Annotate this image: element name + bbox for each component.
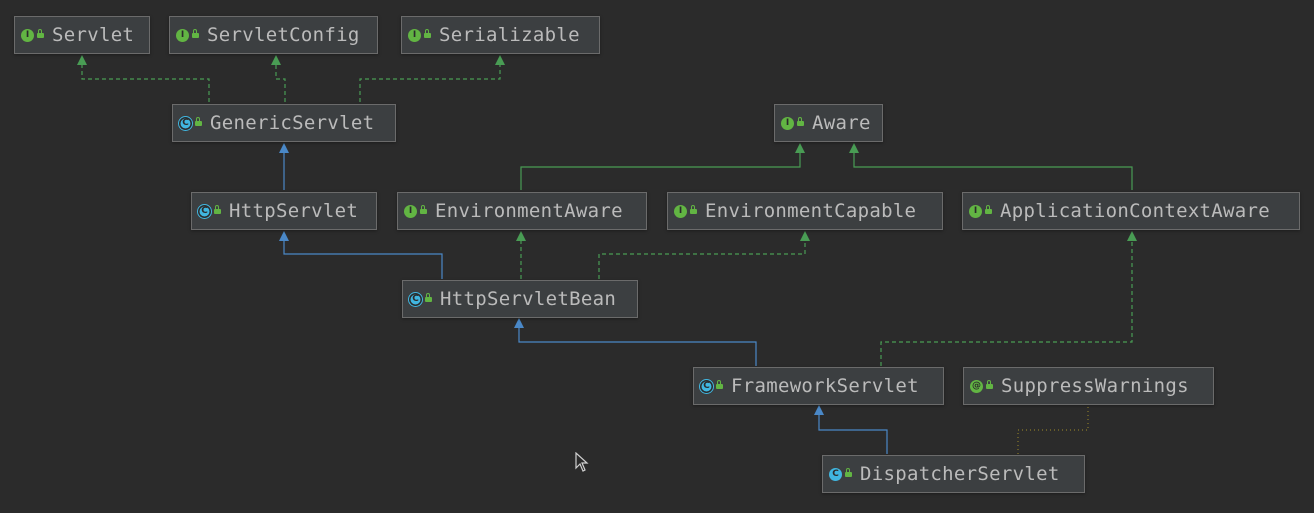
- node-applicationcontextaware[interactable]: I ApplicationContextAware: [962, 192, 1300, 230]
- node-label: ServletConfig: [207, 24, 360, 46]
- node-label: GenericServlet: [210, 112, 375, 134]
- edge-httpservletbean-httpservlet: [279, 231, 443, 279]
- abstract-class-icon: C: [198, 204, 211, 218]
- node-label: Serializable: [439, 24, 580, 46]
- node-label: Servlet: [52, 24, 135, 46]
- interface-icon: I: [176, 28, 189, 42]
- edge-genericservlet-servlet: [77, 55, 210, 102]
- relationship-edges: [77, 55, 1137, 454]
- node-label: SuppressWarnings: [1001, 375, 1189, 397]
- public-lock-icon: [195, 117, 202, 126]
- abstract-class-icon: C: [409, 292, 422, 306]
- node-suppresswarnings[interactable]: @ SuppressWarnings: [963, 367, 1214, 405]
- interface-icon: I: [674, 204, 687, 218]
- edge-applicationcontextaware-aware: [849, 143, 1133, 190]
- node-frameworkservlet[interactable]: C FrameworkServlet: [693, 367, 944, 405]
- interface-icon: I: [781, 116, 794, 130]
- edge-environmentaware-aware: [520, 143, 805, 190]
- edge-httpservletbean-environmentcapable: [598, 231, 810, 279]
- abstract-class-icon: C: [179, 116, 192, 130]
- public-lock-icon: [424, 29, 431, 38]
- node-label: EnvironmentAware: [435, 200, 623, 222]
- node-servlet[interactable]: I Servlet: [14, 16, 150, 54]
- public-lock-icon: [192, 29, 199, 38]
- node-label: DispatcherServlet: [860, 463, 1060, 485]
- public-lock-icon: [690, 205, 697, 214]
- node-environmentcapable[interactable]: I EnvironmentCapable: [667, 192, 943, 230]
- edge-frameworkservlet-applicationcontextaware: [880, 231, 1137, 366]
- node-dispatcherservlet[interactable]: C DispatcherServlet: [822, 455, 1085, 493]
- abstract-class-icon: C: [700, 379, 713, 393]
- node-environmentaware[interactable]: I EnvironmentAware: [397, 192, 647, 230]
- interface-icon: I: [408, 28, 421, 42]
- public-lock-icon: [425, 293, 432, 302]
- public-lock-icon: [420, 205, 427, 214]
- public-lock-icon: [986, 380, 993, 389]
- node-label: HttpServletBean: [440, 288, 617, 310]
- node-serializable[interactable]: I Serializable: [401, 16, 600, 54]
- mouse-cursor-icon: [575, 452, 589, 472]
- node-servletconfig[interactable]: I ServletConfig: [169, 16, 378, 54]
- node-httpservlet[interactable]: C HttpServlet: [191, 192, 377, 230]
- public-lock-icon: [214, 205, 221, 214]
- annotation-icon: @: [970, 379, 983, 393]
- public-lock-icon: [845, 468, 852, 477]
- node-label: FrameworkServlet: [731, 375, 919, 397]
- edge-dispatcherservlet-suppresswarnings: [1017, 407, 1089, 454]
- public-lock-icon: [37, 29, 44, 38]
- node-httpservletbean[interactable]: C HttpServletBean: [402, 280, 638, 318]
- public-lock-icon: [716, 380, 723, 389]
- public-lock-icon: [985, 205, 992, 214]
- node-label: EnvironmentCapable: [705, 200, 917, 222]
- edge-genericservlet-servletconfig: [271, 55, 286, 102]
- class-icon: C: [829, 467, 842, 481]
- interface-icon: I: [404, 204, 417, 218]
- edge-frameworkservlet-httpservletbean: [514, 318, 757, 366]
- node-label: ApplicationContextAware: [1000, 200, 1270, 222]
- node-label: Aware: [812, 112, 871, 134]
- interface-icon: I: [969, 204, 982, 218]
- edge-genericservlet-serializable: [359, 55, 505, 102]
- public-lock-icon: [797, 117, 804, 126]
- interface-icon: I: [21, 28, 34, 42]
- node-genericservlet[interactable]: C GenericServlet: [172, 104, 396, 142]
- edge-dispatcherservlet-frameworkservlet: [814, 405, 888, 454]
- node-aware[interactable]: I Aware: [774, 104, 883, 142]
- node-label: HttpServlet: [229, 200, 359, 222]
